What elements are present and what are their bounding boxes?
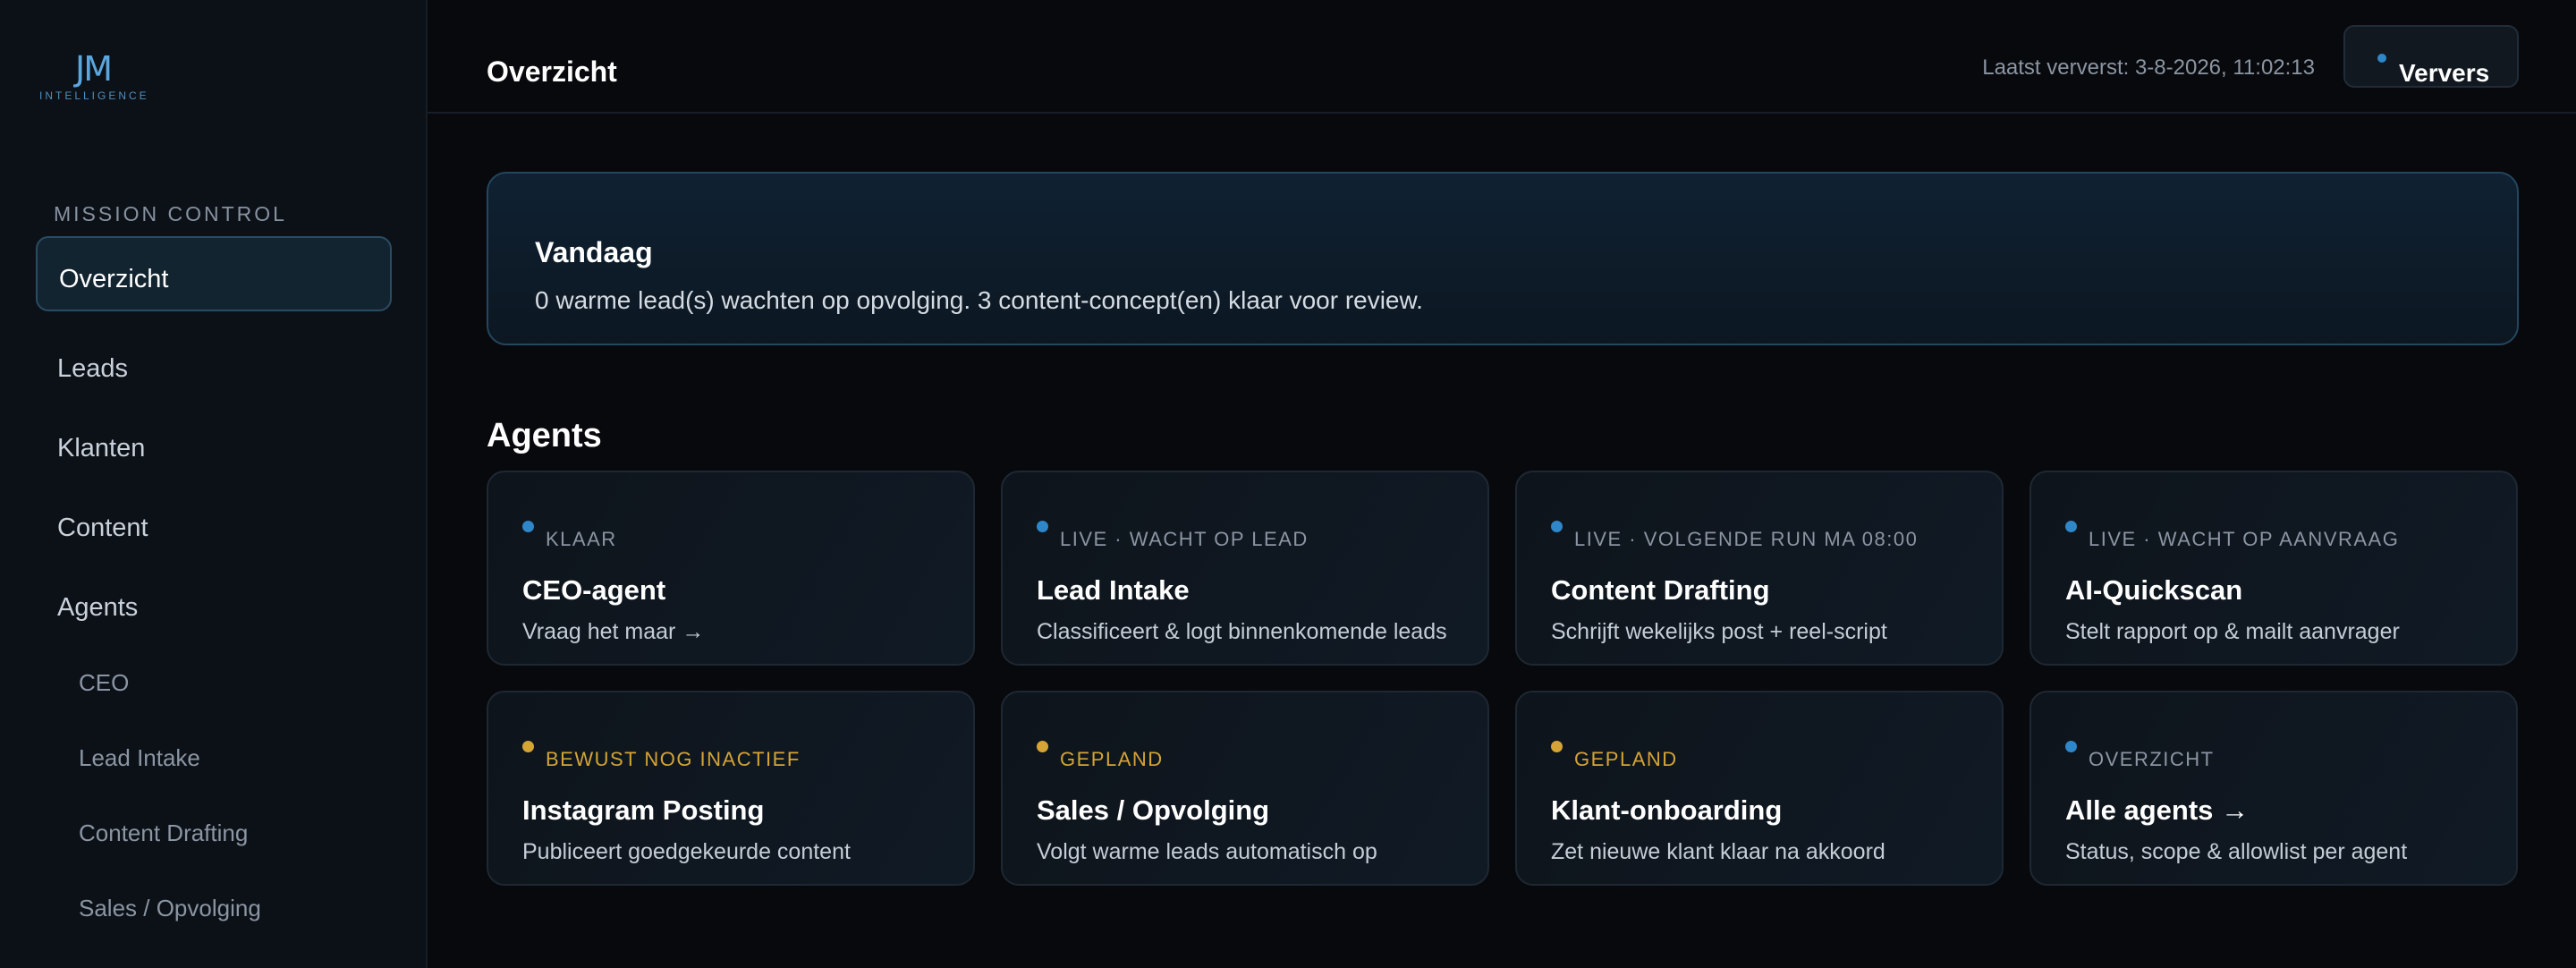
agent-card-description: Volgt warme leads automatisch op: [1037, 839, 1377, 864]
agent-card-title: Alle agents →: [2065, 794, 2249, 826]
sidebar-subitem-ceo[interactable]: CEO: [79, 669, 129, 697]
nav-section-label: MISSION CONTROL: [54, 202, 287, 225]
agent-card-status: GEPLAND: [1060, 748, 1164, 770]
agent-card-description: Publiceert goedgekeurde content: [522, 839, 851, 864]
agent-card-status: KLAAR: [546, 528, 617, 550]
status-dot-icon: [1037, 741, 1048, 752]
agent-card[interactable]: LIVE · WACHT OP LEAD Lead Intake Classific…: [1001, 471, 1489, 666]
status-dot-icon: [2065, 521, 2077, 532]
agent-card-status: LIVE · WACHT OP LEAD: [1060, 528, 1309, 550]
agent-card-status: LIVE · WACHT OP AANVRAAG: [2089, 528, 2400, 550]
agent-card-title: AI-Quickscan: [2065, 574, 2243, 606]
main-content: Overzicht Laatst ververst: 3-8-2026, 11:…: [428, 0, 2576, 968]
agent-card-title: Klant-onboarding: [1551, 794, 1783, 826]
sidebar-item-label: Content: [57, 513, 148, 542]
agent-card-title: Instagram Posting: [522, 794, 765, 826]
status-dot-icon: [1551, 741, 1563, 752]
agent-card-description: Vraag het maar →: [522, 619, 705, 644]
app: JM INTELLIGENCE MISSION CONTROL Overzich…: [0, 0, 2576, 968]
status-dot-icon: [1037, 521, 1048, 532]
sidebar-item-label: Leads: [57, 353, 129, 383]
agent-card-description: Schrijft wekelijks post + reel-script: [1551, 619, 1887, 644]
agent-card-title: Content Drafting: [1551, 574, 1770, 606]
agent-card-status: BEWUST NOG INACTIEF: [546, 748, 801, 770]
agent-card-status: GEPLAND: [1574, 748, 1678, 770]
agents-heading: Agents: [487, 417, 602, 454]
today-summary-panel: Vandaag 0 warme lead(s) wachten op opvol…: [487, 172, 2519, 345]
status-dot-icon: [522, 521, 534, 532]
agent-card[interactable]: LIVE · VOLGENDE RUN MA 08:00 Content Draf…: [1515, 471, 2004, 666]
agent-card[interactable]: BEWUST NOG INACTIEF Instagram Posting Publ…: [487, 691, 975, 886]
agent-card-title: Lead Intake: [1037, 574, 1190, 606]
agent-card[interactable]: OVERZICHT Alle agents → Status, scope & al…: [2029, 691, 2518, 886]
agent-card-status: LIVE · VOLGENDE RUN MA 08:00: [1574, 528, 1919, 550]
refresh-button[interactable]: Ververs: [2343, 25, 2519, 88]
topbar: Overzicht Laatst ververst: 3-8-2026, 11:…: [428, 0, 2576, 114]
page-title: Overzicht: [487, 55, 617, 88]
agent-card-title: Sales / Opvolging: [1037, 794, 1270, 826]
today-title: Vandaag: [535, 236, 653, 268]
agent-card[interactable]: GEPLAND Klant-onboarding Zet nieuwe klant …: [1515, 691, 2004, 886]
sidebar-subitem-content-drafting[interactable]: Content Drafting: [79, 819, 248, 847]
status-dot-icon: [2065, 741, 2077, 752]
agent-card[interactable]: GEPLAND Sales / Opvolging Volgt warme lead…: [1001, 691, 1489, 886]
sidebar-item-leads[interactable]: Leads: [36, 331, 392, 406]
sidebar-subitem-lead-intake[interactable]: Lead Intake: [79, 744, 200, 772]
sidebar-item-content[interactable]: Content: [36, 490, 392, 565]
agent-card-description: Classificeert & logt binnenkomende leads: [1037, 619, 1447, 644]
status-dot-icon: [1551, 521, 1563, 532]
sidebar-item-label: Klanten: [57, 433, 146, 463]
agent-card[interactable]: LIVE · WACHT OP AANVRAAG AI-Quickscan Stel…: [2029, 471, 2518, 666]
sidebar-item-label: Overzicht: [59, 264, 169, 293]
sidebar-item-klanten[interactable]: Klanten: [36, 411, 392, 486]
agent-card-title: CEO-agent: [522, 574, 666, 606]
agent-card-description: Status, scope & allowlist per agent: [2065, 839, 2408, 864]
logo[interactable]: JM INTELLIGENCE: [39, 50, 147, 102]
sidebar-item-overzicht[interactable]: Overzicht: [36, 236, 392, 311]
logo-subtitle: INTELLIGENCE: [39, 89, 149, 102]
today-summary-text: 0 warme lead(s) wachten op opvolging. 3 …: [535, 286, 1423, 314]
agent-card-description: Stelt rapport op & mailt aanvrager: [2065, 619, 2400, 644]
logo-mark: JM: [75, 49, 113, 89]
status-dot-icon: [2377, 54, 2386, 63]
agent-card-status: OVERZICHT: [2089, 748, 2215, 770]
agent-card[interactable]: KLAAR CEO-agent Vraag het maar →: [487, 471, 975, 666]
sidebar-item-agents[interactable]: Agents: [36, 570, 392, 645]
last-refreshed-text: Laatst ververst: 3-8-2026, 11:02:13: [1982, 55, 2315, 80]
status-dot-icon: [522, 741, 534, 752]
sidebar: JM INTELLIGENCE MISSION CONTROL Overzich…: [0, 0, 428, 968]
refresh-button-label: Ververs: [2399, 59, 2490, 87]
sidebar-subitem-sales-opvolging[interactable]: Sales / Opvolging: [79, 895, 261, 922]
sidebar-item-label: Agents: [57, 592, 139, 622]
agent-card-description: Zet nieuwe klant klaar na akkoord: [1551, 839, 1885, 864]
